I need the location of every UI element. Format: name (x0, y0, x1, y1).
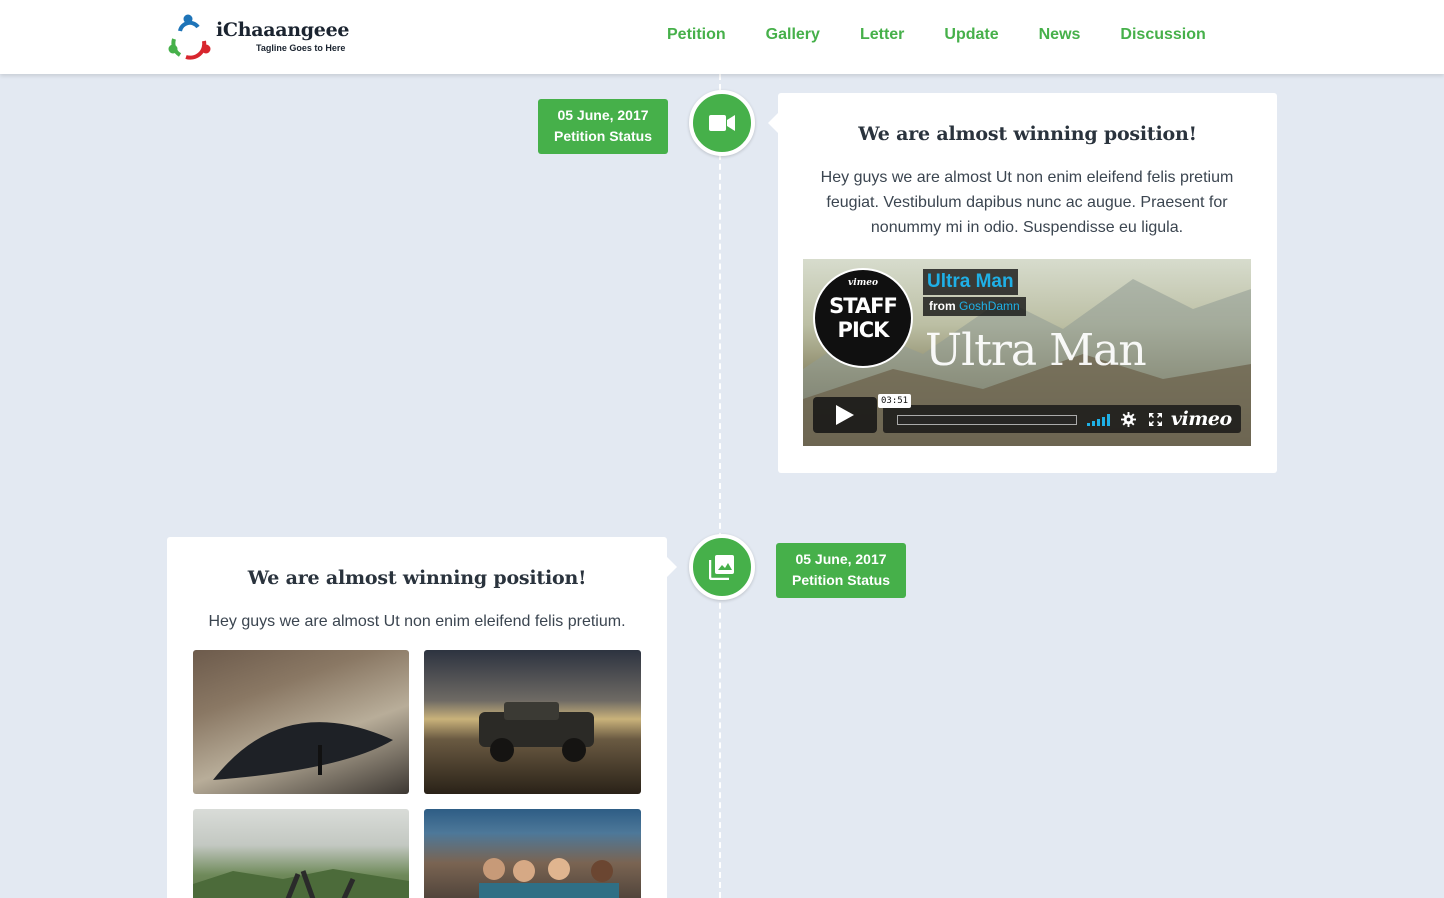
nav-discussion[interactable]: Discussion (1120, 26, 1205, 44)
card-title: We are almost winning position! (858, 123, 1197, 145)
nav-letter[interactable]: Letter (860, 26, 904, 44)
status-text: Petition Status (553, 128, 652, 144)
gallery-image-people-cliff[interactable] (193, 809, 409, 898)
umbrella-photo (213, 722, 393, 780)
friends-photo (479, 858, 619, 898)
timeline-card: We are almost winning position! Hey guys… (768, 93, 1277, 473)
video-title-link[interactable]: Ultra Man (923, 269, 1018, 295)
date-badge: 05 June, 2017 Petition Status (538, 99, 668, 154)
logo-people-icon (168, 14, 211, 60)
gallery-image-umbrella[interactable] (193, 650, 409, 794)
photo-gallery-icon (709, 555, 734, 580)
truck-photo (479, 702, 594, 762)
play-button[interactable] (813, 397, 877, 433)
main-nav: Petition Gallery Letter Update News Disc… (667, 26, 1246, 44)
date-text: 05 June, 2017 (557, 107, 649, 123)
video-control-bar: vimeo (883, 405, 1241, 433)
staff-pick-line1: STAFF (829, 294, 898, 318)
video-from-label: from (929, 299, 956, 313)
timeline-node (689, 534, 755, 600)
timeline-line (719, 74, 721, 898)
fullscreen-icon[interactable] (1149, 413, 1162, 426)
logo-title: iChaaangeee (216, 19, 350, 41)
video-byline: from GoshDamn (923, 297, 1026, 316)
nav-update[interactable]: Update (944, 26, 998, 44)
video-camera-icon (709, 115, 735, 131)
card-text: Hey guys we are almost Ut non enim eleif… (208, 613, 626, 630)
gallery-image-truck[interactable] (424, 650, 641, 794)
card-text: Hey guys we are almost Ut non enim eleif… (820, 169, 1234, 236)
video-progress-bar[interactable] (897, 415, 1077, 425)
date-text: 05 June, 2017 (795, 551, 887, 567)
staff-pick-line2: PICK (837, 318, 890, 342)
people-cliff-photo (193, 869, 409, 898)
nav-gallery[interactable]: Gallery (766, 26, 820, 44)
video-duration: 03:51 (878, 394, 912, 408)
volume-icon[interactable] (1087, 414, 1111, 426)
gallery-image-friends[interactable] (424, 809, 641, 898)
site-header: iChaaangeee Tagline Goes to Here Petitio… (0, 0, 1444, 74)
nav-petition[interactable]: Petition (667, 26, 726, 44)
settings-gear-icon[interactable] (1121, 412, 1136, 427)
video-author-link[interactable]: GoshDamn (959, 299, 1020, 313)
video-overlay-title: Ultra Man (925, 325, 1147, 376)
staff-pick-badge: vimeo STAFF PICK (813, 268, 913, 368)
timeline-card: We are almost winning position! Hey guys… (167, 537, 677, 898)
timeline-node (689, 90, 755, 156)
card-title: We are almost winning position! (247, 567, 587, 589)
date-badge: 05 June, 2017 Petition Status (776, 543, 906, 598)
staff-pick-vimeo-text: vimeo (848, 278, 878, 288)
vimeo-logo[interactable]: vimeo (1171, 408, 1232, 430)
logo[interactable]: iChaaangeee Tagline Goes to Here (166, 13, 366, 61)
play-icon (836, 405, 854, 425)
nav-news[interactable]: News (1039, 26, 1081, 44)
video-player[interactable]: vimeo STAFF PICK Ultra Man from GoshDamn… (803, 259, 1251, 446)
logo-tagline: Tagline Goes to Here (256, 43, 346, 53)
status-text: Petition Status (791, 572, 890, 588)
